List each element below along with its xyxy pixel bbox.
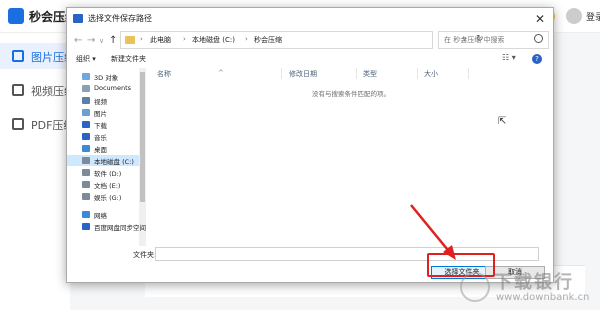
search-placeholder: 在 秒会压缩 中搜索 (444, 36, 505, 44)
tree-item[interactable]: 下载 (67, 119, 139, 130)
tree-scrollbar[interactable] (139, 68, 146, 246)
help-icon[interactable]: ? (532, 54, 542, 64)
mouse-cursor-icon: ⇱ (498, 116, 507, 127)
tree-item-label: 桌面 (94, 146, 107, 154)
search-icon (534, 34, 543, 43)
breadcrumb-separator: › (245, 35, 248, 43)
navigation-bar: ← → ∨ ↑ › 此电脑 › 本地磁盘 (C:) › 秒会压缩 ∨ ↻ 在 秒… (67, 30, 553, 52)
breadcrumb-separator: › (140, 35, 143, 43)
column-header-name[interactable]: 名称 (157, 69, 171, 79)
empty-message: 没有与搜索条件匹配的项。 (312, 90, 390, 98)
pdf-icon (12, 118, 24, 130)
tree-item-label: 图片 (94, 110, 107, 118)
video-icon (12, 84, 24, 96)
desktop-icon (82, 145, 90, 152)
tree-item[interactable]: 百度网盘同步空间 (67, 221, 146, 232)
organize-menu[interactable]: 组织 ▾ (76, 54, 96, 64)
address-bar[interactable]: › 此电脑 › 本地磁盘 (C:) › 秒会压缩 ∨ ↻ (120, 31, 484, 49)
tree-item[interactable]: 软件 (D:) (67, 167, 139, 178)
save-path-dialog: 选择文件保存路径 ✕ ← → ∨ ↑ › 此电脑 › 本地磁盘 (C:) › 秒… (66, 7, 554, 283)
tree-item-label: 软件 (D:) (94, 170, 122, 178)
pictures-icon (82, 109, 90, 116)
drive-icon (82, 181, 90, 188)
tree-item[interactable]: 图片 (67, 107, 139, 118)
tree-item-label: 3D 对象 (94, 74, 119, 82)
close-button[interactable]: ✕ (531, 11, 549, 27)
scrollbar-thumb[interactable] (140, 72, 145, 202)
tree-item-label: 视频 (94, 98, 107, 106)
up-button[interactable]: ↑ (109, 35, 117, 47)
column-header-size[interactable]: 大小 (424, 69, 438, 79)
tree-item-label: 音乐 (94, 134, 107, 142)
folder-icon (73, 14, 83, 23)
drive-icon (82, 169, 90, 176)
breadcrumb-drive-c[interactable]: 本地磁盘 (C:) (192, 35, 235, 45)
column-separator[interactable] (468, 68, 469, 79)
tree-item[interactable]: 本地磁盘 (C:) (67, 155, 139, 166)
navigation-tree: 3D 对象 Documents 视频图片下载音乐桌面本地磁盘 (C:) 软件 (D:)… (67, 68, 147, 246)
tree-item[interactable]: 娱乐 (G:) (67, 191, 139, 202)
tree-item-label: 娱乐 (G:) (94, 194, 122, 202)
breadcrumb-current-folder[interactable]: 秒会压缩 (254, 35, 282, 45)
tree-item[interactable]: 网络 (67, 209, 139, 220)
folder-icon (125, 36, 135, 44)
tree-item[interactable]: 音乐 (67, 131, 139, 142)
dialog-titlebar: 选择文件保存路径 ✕ (67, 8, 553, 30)
downloads-icon (82, 121, 90, 128)
drive-icon (82, 157, 90, 164)
tree-item-label: 百度网盘同步空间 (94, 224, 146, 232)
breadcrumb-this-pc[interactable]: 此电脑 (150, 35, 171, 45)
tree-item-label: 下载 (94, 122, 107, 130)
toolbar: 组织 ▾ 新建文件夹 ☷ ▾ ? (67, 52, 553, 68)
column-separator[interactable] (417, 68, 418, 79)
watermark-url: www.downbank.cn (496, 292, 590, 303)
column-separator[interactable] (281, 68, 282, 79)
drive-icon (82, 193, 90, 200)
search-input[interactable]: 在 秒会压缩 中搜索 (438, 31, 549, 49)
column-separator[interactable] (356, 68, 357, 79)
watermark: 下载银行 www.downbank.cn (460, 268, 600, 308)
tree-item[interactable]: 文档 (E:) (67, 179, 139, 190)
folder-field-label: 文件夹: (133, 251, 157, 259)
back-button[interactable]: ← (74, 35, 82, 47)
column-header-date[interactable]: 修改日期 (289, 69, 317, 79)
baidu-netdisk-icon (82, 223, 90, 230)
login-link[interactable]: 登录 (586, 10, 600, 23)
videos-icon (82, 97, 90, 104)
watermark-logo-icon (460, 272, 490, 302)
sidebar: 图片压缩 视频压缩 PDF压缩 (0, 33, 75, 310)
watermark-text: 下载银行 (494, 272, 574, 293)
image-icon (12, 50, 24, 62)
breadcrumb-separator: › (183, 35, 186, 43)
music-icon (82, 133, 90, 140)
recent-locations-button[interactable]: ∨ (99, 35, 104, 47)
tree-item-label: 文档 (E:) (94, 182, 121, 190)
view-options-button[interactable]: ☷ ▾ (502, 53, 516, 62)
tree-item-label: 本地磁盘 (C:) (94, 158, 134, 166)
forward-button[interactable]: → (87, 35, 95, 47)
file-list[interactable]: 名称 ^ 修改日期 类型 大小 没有与搜索条件匹配的项。 ⇱ (148, 68, 553, 246)
tree-item[interactable]: Documents (67, 83, 139, 94)
documents-icon (82, 85, 90, 92)
avatar[interactable] (566, 8, 582, 24)
sidebar-item-image[interactable]: 图片压缩 (0, 43, 75, 69)
dialog-title: 选择文件保存路径 (88, 14, 152, 23)
new-folder-button[interactable]: 新建文件夹 (111, 54, 146, 64)
sidebar-item-video[interactable]: 视频压缩 (0, 77, 75, 103)
app-logo-icon (8, 8, 24, 24)
tree-item-label: Documents (94, 84, 132, 92)
tree-item[interactable]: 桌面 (67, 143, 139, 154)
tree-item[interactable]: 3D 对象 (67, 71, 139, 82)
tree-item[interactable]: 视频 (67, 95, 139, 106)
column-header-type[interactable]: 类型 (363, 69, 377, 79)
sidebar-item-pdf[interactable]: PDF压缩 (0, 111, 74, 137)
network-icon (82, 211, 90, 218)
3d-objects-icon (82, 73, 90, 80)
tree-item-label: 网络 (94, 212, 107, 220)
sort-indicator: ^ (218, 69, 224, 77)
